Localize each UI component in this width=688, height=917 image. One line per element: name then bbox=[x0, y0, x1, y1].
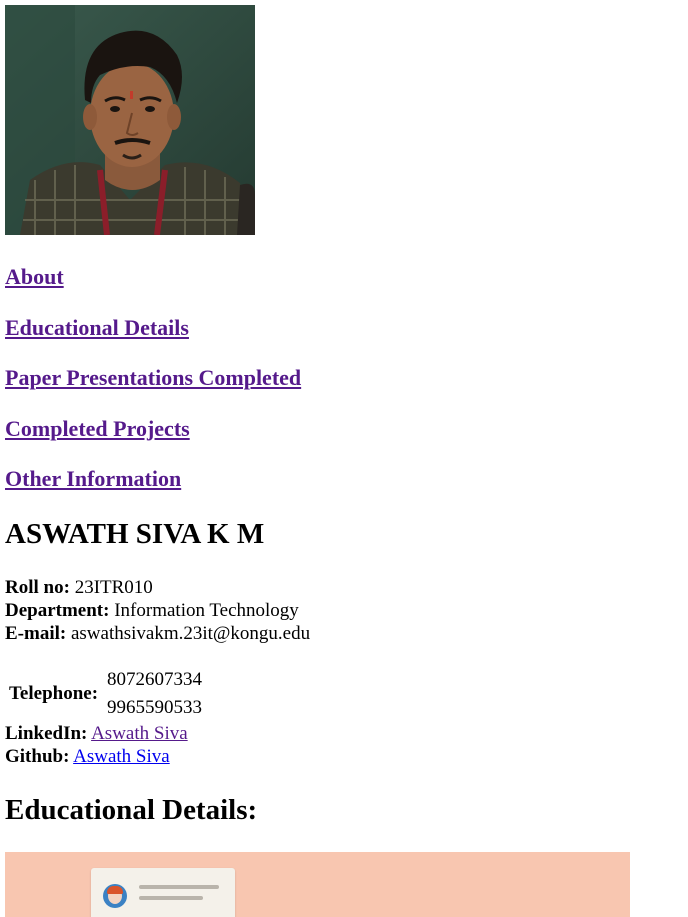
edu-image-card bbox=[91, 868, 235, 917]
portfolio-page: About Educational Details Paper Presenta… bbox=[0, 0, 688, 917]
telephone-number-2: 9965590533 bbox=[107, 697, 202, 718]
department-label: Department: bbox=[5, 600, 110, 621]
profile-photo-drawing bbox=[5, 5, 255, 235]
roll-number-label: Roll no: bbox=[5, 577, 70, 598]
email-row: E-mail: aswathsivakm.23it@kongu.edu bbox=[5, 622, 310, 645]
nav-link-paper-presentations[interactable]: Paper Presentations Completed bbox=[5, 365, 301, 391]
email-label: E-mail: bbox=[5, 623, 67, 644]
department-value: Information Technology bbox=[114, 600, 299, 621]
educational-details-image bbox=[5, 852, 630, 917]
roll-number-value: 23ITR010 bbox=[74, 577, 153, 598]
github-row: Github: Aswath Siva bbox=[5, 745, 170, 768]
telephone-number-1: 8072607334 bbox=[107, 669, 202, 690]
roll-number-row: Roll no: 23ITR010 bbox=[5, 576, 153, 599]
linkedin-label: LinkedIn: bbox=[5, 723, 88, 744]
email-value: aswathsivakm.23it@kongu.edu bbox=[70, 623, 311, 644]
avatar-icon bbox=[103, 884, 127, 908]
profile-photo bbox=[5, 5, 255, 235]
educational-details-heading: Educational Details: bbox=[5, 794, 258, 826]
linkedin-link[interactable]: Aswath Siva bbox=[91, 723, 188, 744]
nav-link-about[interactable]: About bbox=[5, 264, 64, 290]
edu-card-line bbox=[139, 885, 219, 889]
department-row: Department: Information Technology bbox=[5, 599, 299, 622]
nav-link-completed-projects[interactable]: Completed Projects bbox=[5, 416, 190, 442]
nav-link-other-information[interactable]: Other Information bbox=[5, 466, 181, 492]
github-link[interactable]: Aswath Siva bbox=[73, 746, 170, 767]
edu-card-line bbox=[139, 896, 203, 900]
github-label: Github: bbox=[5, 746, 70, 767]
telephone-label: Telephone: bbox=[9, 683, 99, 704]
linkedin-row: LinkedIn: Aswath Siva bbox=[5, 722, 188, 745]
person-name: ASWATH SIVA K M bbox=[5, 518, 265, 550]
nav-link-educational-details[interactable]: Educational Details bbox=[5, 315, 189, 341]
